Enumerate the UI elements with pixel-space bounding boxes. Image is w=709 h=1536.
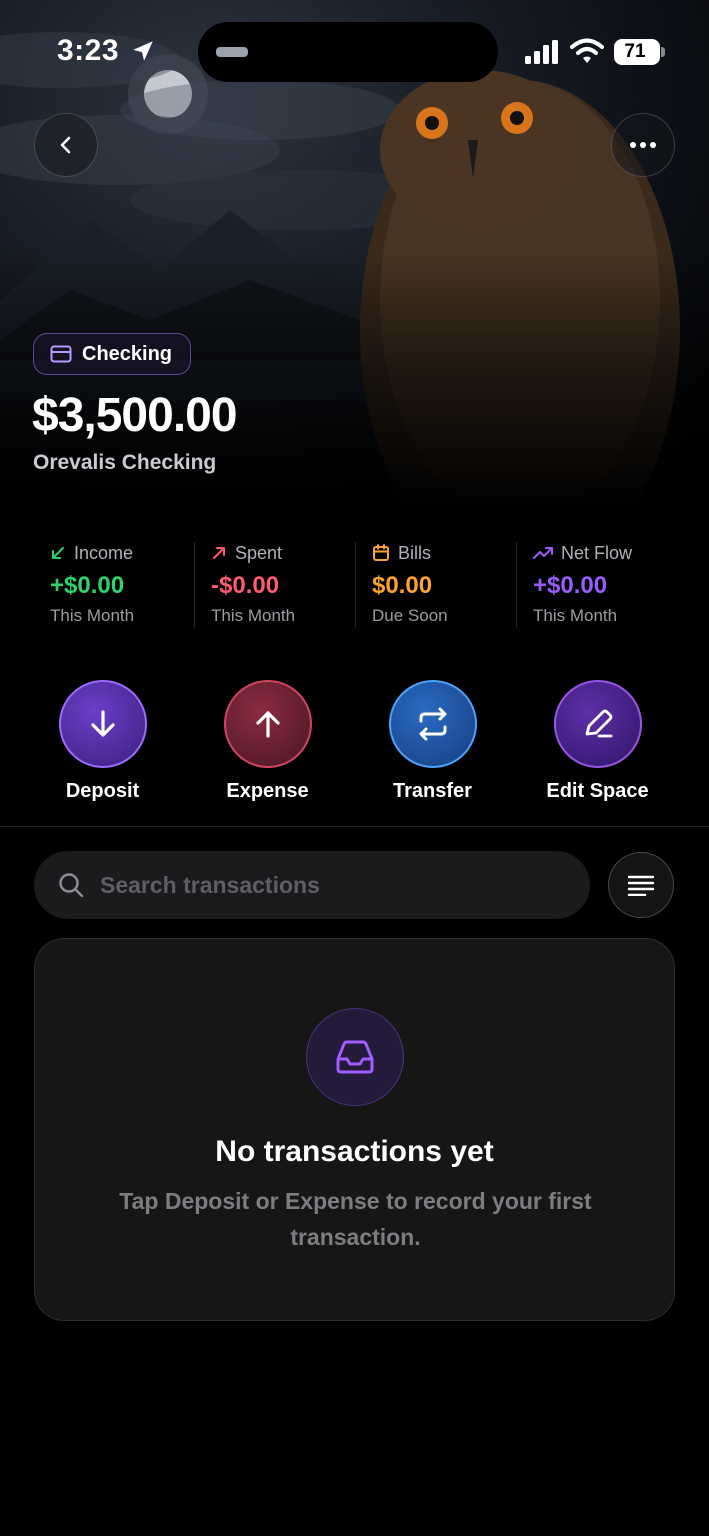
stat-bills: Bills $0.00 Due Soon (355, 538, 516, 632)
arrow-up-icon (255, 711, 280, 738)
action-label: Deposit (65, 780, 140, 802)
repeat-icon (419, 707, 446, 741)
battery-percent: 71 (624, 41, 646, 62)
monthly-stats: Income +$0.00 This Month Spent -$0.00 Th… (33, 538, 677, 632)
wifi-icon (570, 38, 604, 63)
inbox-icon (336, 1040, 374, 1074)
empty-state-message: Tap Deposit or Expense to record your fi… (119, 1188, 592, 1250)
more-horizontal-icon (630, 142, 656, 148)
account-type-chip: Checking (33, 333, 192, 375)
dynamic-island (198, 22, 498, 82)
stat-label: Net Flow (561, 542, 633, 563)
transfer-circle[interactable] (388, 680, 477, 768)
search-bar[interactable] (34, 851, 590, 919)
sort-filter-button[interactable] (608, 852, 674, 918)
edit-space-button[interactable]: Edit Space (515, 680, 680, 803)
deposit-button[interactable]: Deposit (20, 680, 185, 803)
back-button[interactable] (34, 113, 98, 177)
stat-net-flow: Net Flow +$0.00 This Month (516, 538, 677, 632)
more-options-button[interactable] (611, 113, 675, 177)
empty-state-title: No transactions yet (215, 1135, 494, 1168)
expense-button[interactable]: Expense (185, 680, 350, 803)
stat-value: +$0.00 (533, 572, 608, 599)
action-label: Transfer (393, 780, 472, 802)
arrow-down-left-icon (52, 547, 64, 559)
stat-subtext: This Month (533, 606, 618, 625)
location-arrow-icon (133, 41, 153, 61)
stat-income: Income +$0.00 This Month (33, 538, 194, 632)
status-time: 3:23 (57, 34, 120, 67)
pencil-icon (585, 709, 612, 738)
calendar-icon (373, 544, 389, 561)
expense-circle[interactable] (223, 680, 312, 768)
align-left-icon (627, 875, 655, 896)
battery-indicator: 71 (614, 39, 666, 65)
stat-spent: Spent -$0.00 This Month (194, 538, 355, 632)
action-label: Expense (226, 780, 309, 802)
transfer-button[interactable]: Transfer (350, 680, 515, 803)
stat-value: -$0.00 (211, 572, 280, 599)
section-divider (0, 826, 709, 827)
stat-label: Income (74, 542, 134, 563)
status-bar: 3:23 71 (0, 0, 709, 100)
edit-space-circle[interactable] (553, 680, 642, 768)
quick-actions: Deposit Expense Transfer Edit Space (20, 680, 690, 803)
credit-card-icon (50, 345, 72, 363)
arrow-down-icon (90, 710, 115, 737)
stat-subtext: This Month (211, 606, 296, 625)
account-name: Orevalis Checking (33, 451, 217, 474)
deposit-circle[interactable] (58, 680, 147, 768)
stat-subtext: This Month (50, 606, 135, 625)
account-balance: $3,500.00 (32, 389, 238, 442)
search-input[interactable] (100, 871, 560, 899)
account-type-label: Checking (82, 342, 173, 365)
cellular-signal-icon (525, 40, 558, 64)
stat-value: $0.00 (372, 572, 433, 599)
arrow-up-right-icon (213, 547, 225, 559)
chevron-left-icon (60, 136, 71, 154)
search-icon (59, 873, 84, 898)
trending-up-icon (533, 547, 553, 559)
inbox-icon-wrapper (306, 1008, 404, 1106)
empty-transactions-card: No transactions yet Tap Deposit or Expen… (34, 938, 675, 1321)
stat-value: +$0.00 (50, 572, 125, 599)
stat-label: Bills (398, 542, 432, 563)
action-label: Edit Space (546, 780, 649, 802)
stat-label: Spent (235, 542, 283, 563)
stat-subtext: Due Soon (372, 606, 448, 625)
